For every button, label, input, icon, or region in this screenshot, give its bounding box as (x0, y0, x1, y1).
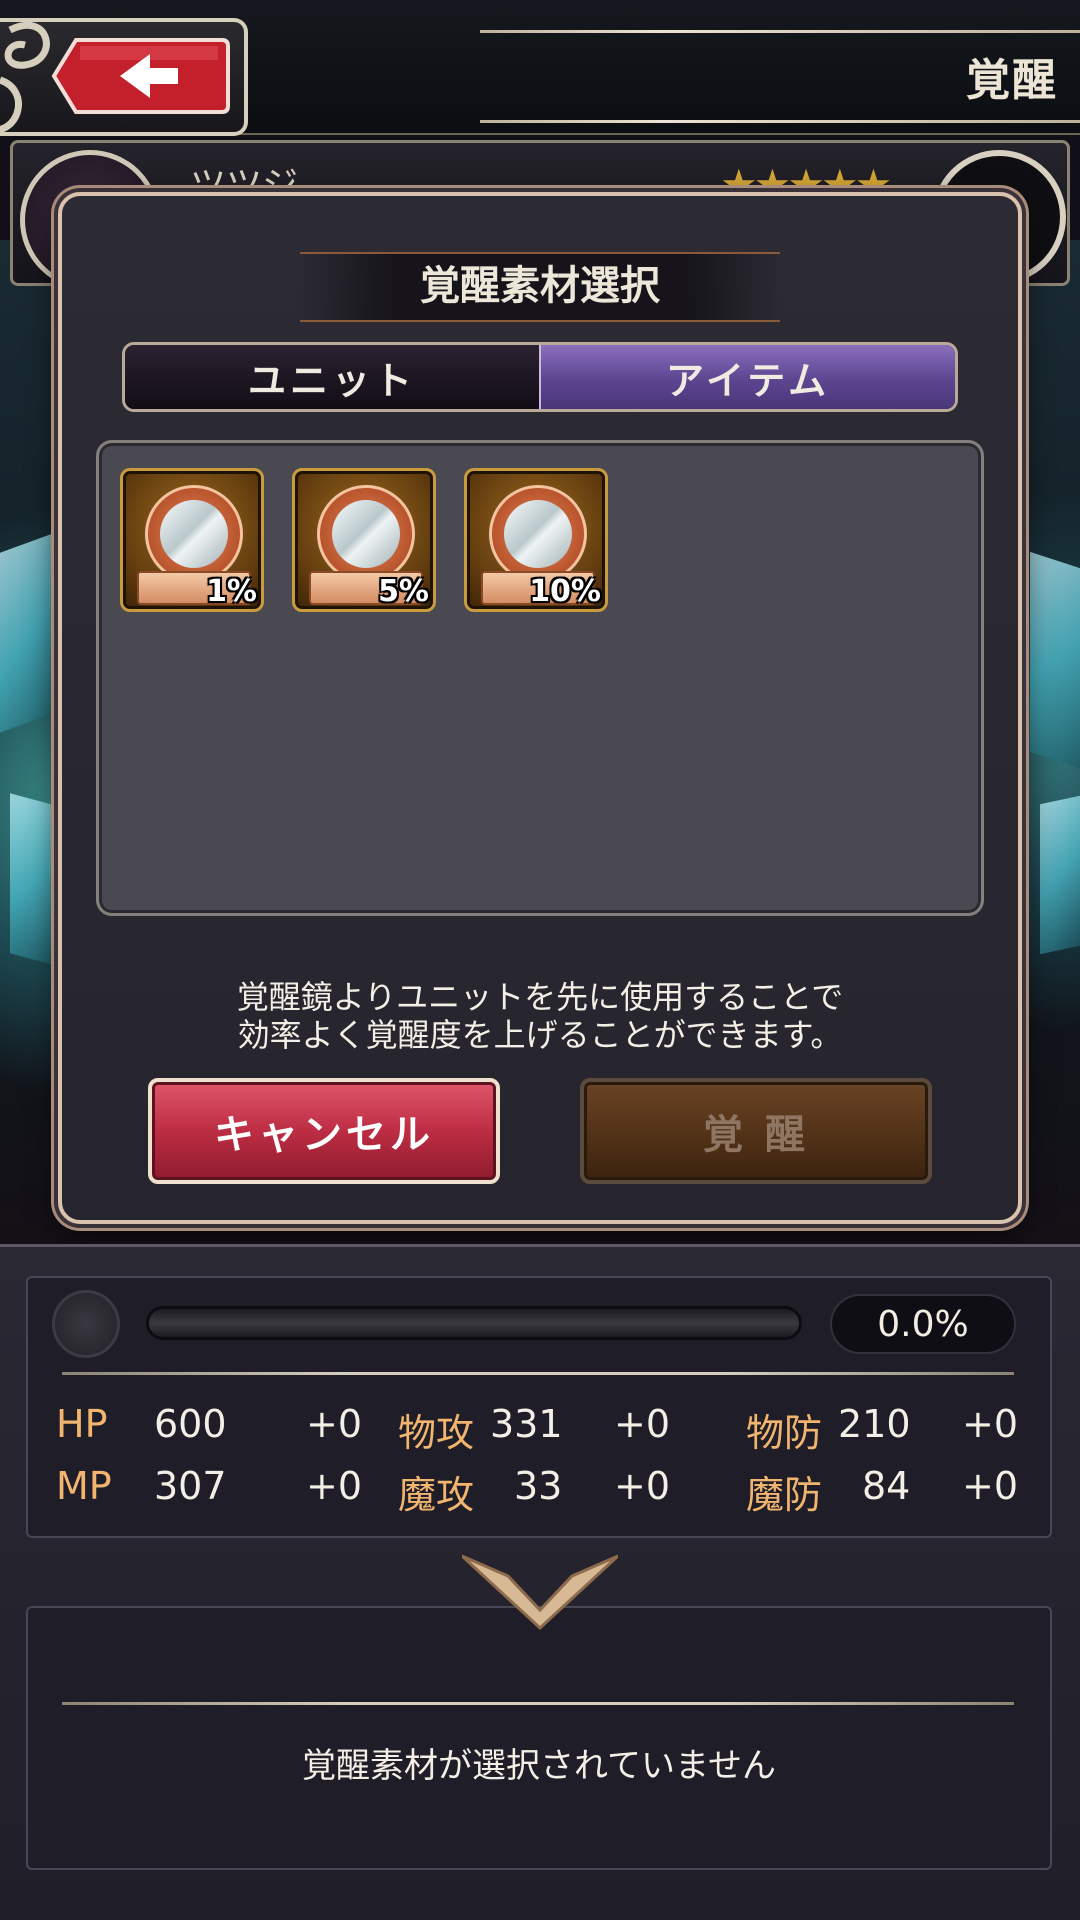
crystal-decoration (1030, 551, 1080, 769)
stat-label-mp: MP (56, 1464, 112, 1508)
awakening-mirror-icon (489, 485, 587, 583)
awaken-button[interactable]: 覚 醒 (580, 1078, 932, 1184)
tab-item-label: アイテム (665, 358, 831, 403)
awakening-percent: 0.0% (830, 1294, 1016, 1354)
item-percent: 10% (529, 574, 601, 609)
modal-title: 覚醒素材選択 (420, 263, 660, 309)
stat-bonus-matk: +0 (614, 1464, 671, 1508)
stat-bonus-hp: +0 (306, 1402, 363, 1446)
stat-row-2: MP 307 +0 魔攻 33 +0 魔防 84 +0 (0, 1464, 1080, 1517)
ornate-divider (62, 1702, 1014, 1705)
page-title: 覚醒 (966, 55, 1058, 106)
item-percent: 5% (378, 574, 429, 609)
notice-line-1: 覚醒鏡よりユニットを先に使用することで (236, 978, 844, 1016)
stat-label-pdef: 物防 (746, 1411, 823, 1455)
awakening-mirror-icon (145, 485, 243, 583)
cancel-button[interactable]: キャンセル (148, 1078, 500, 1184)
no-material-message: 覚醒素材が選択されていません (302, 1746, 776, 1786)
stat-bonus-mdef: +0 (962, 1464, 1019, 1508)
item-percent: 1% (206, 574, 257, 609)
stat-value-matk: 33 (514, 1464, 563, 1508)
chevron-down-icon (462, 1554, 618, 1631)
awakening-mirror-item-10[interactable]: 10% (464, 468, 608, 612)
stat-bonus-pdef: +0 (962, 1402, 1019, 1446)
tab-unit[interactable]: ユニット (125, 345, 539, 409)
arrow-left-icon (51, 38, 230, 114)
ornate-divider (62, 1372, 1014, 1375)
stat-row-1: HP 600 +0 物攻 331 +0 物防 210 +0 (0, 1402, 1080, 1455)
usage-notice: 覚醒鏡よりユニットを先に使用することで 効率よく覚醒度を上げることができます。 (96, 978, 984, 1054)
stat-bonus-patk: +0 (614, 1402, 671, 1446)
stat-label-mdef: 魔防 (746, 1473, 823, 1517)
notice-line-2: 効率よく覚醒度を上げることができます。 (237, 1016, 843, 1054)
awakening-screen: 覚醒 ツツジ ★★★★★ 覚醒素材選択 ユニット アイテム 1% 5% 10% … (0, 0, 1080, 1920)
stat-label-matk: 魔攻 (398, 1473, 475, 1517)
tab-item[interactable]: アイテム (539, 345, 955, 409)
awakening-mirror-item-1[interactable]: 1% (120, 468, 264, 612)
awakening-orb-icon (52, 1290, 120, 1358)
crystal-decoration (1040, 795, 1080, 955)
tab-unit-label: ユニット (247, 358, 416, 403)
stat-value-mdef: 84 (862, 1464, 911, 1508)
awakening-mirror-icon (317, 485, 415, 583)
stat-value-pdef: 210 (838, 1402, 911, 1446)
header-divider (480, 30, 1080, 33)
awakening-mirror-item-5[interactable]: 5% (292, 468, 436, 612)
stat-value-mp: 307 (154, 1464, 227, 1508)
stat-value-patk: 331 (490, 1402, 563, 1446)
back-button[interactable] (50, 36, 230, 116)
stat-label-patk: 物攻 (398, 1411, 475, 1455)
stat-bonus-mp: +0 (306, 1464, 363, 1508)
crystal-decoration (10, 793, 60, 967)
stat-value-hp: 600 (154, 1402, 227, 1446)
material-tabs: ユニット アイテム (122, 342, 958, 412)
awakening-progress-bar (146, 1306, 802, 1340)
header-divider (480, 120, 1080, 123)
stat-label-hp: HP (56, 1402, 108, 1446)
